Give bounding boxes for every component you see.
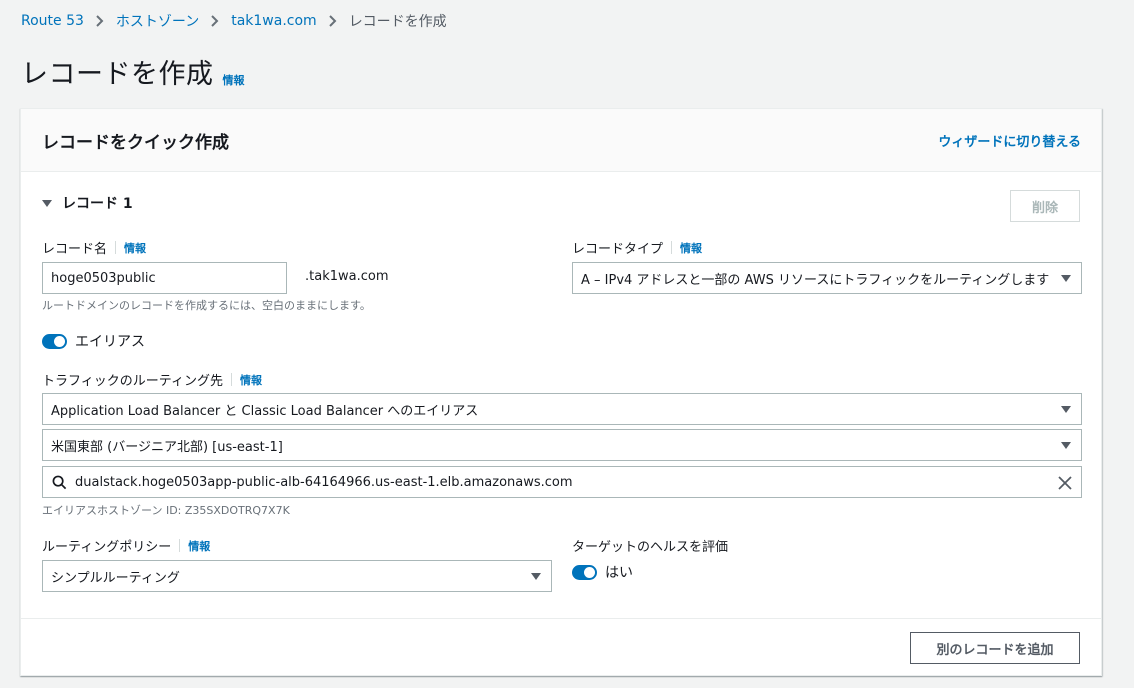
breadcrumb-hosted-zones[interactable]: ホストゾーン xyxy=(116,11,199,31)
close-icon[interactable] xyxy=(1057,475,1073,491)
record-type-value: A – IPv4 アドレスと一部の AWS リソースにトラフィックをルーティング… xyxy=(581,272,1050,288)
record-name-label-row: レコード名 情報 xyxy=(42,238,146,257)
card-title: レコードをクイック作成 xyxy=(42,132,229,153)
record-name-info-link[interactable]: 情報 xyxy=(124,240,146,256)
route-label: トラフィックのルーティング先 xyxy=(42,374,223,389)
switch-to-wizard-link[interactable]: ウィザードに切り替える xyxy=(938,131,1081,150)
record-section-toggle[interactable]: レコード 1 xyxy=(42,193,133,213)
routing-policy-value: シンプルルーティング xyxy=(51,570,180,586)
domain-suffix: .tak1wa.com xyxy=(305,269,389,284)
card-header: レコードをクイック作成 ウィザードに切り替える xyxy=(21,109,1101,172)
record-type-label: レコードタイプ xyxy=(572,242,664,257)
record-section-title: レコード 1 xyxy=(62,196,133,212)
delete-button[interactable]: 削除 xyxy=(1010,190,1080,222)
caret-down-icon xyxy=(1061,442,1071,449)
divider xyxy=(115,241,117,254)
policy-info-link[interactable]: 情報 xyxy=(188,538,210,554)
alias-toggle-row: エイリアス xyxy=(42,331,145,351)
caret-down-icon xyxy=(1061,275,1071,282)
region-value: 米国東部 (バージニア北部) [us-east-1] xyxy=(51,439,283,455)
quick-create-card: レコードをクイック作成 ウィザードに切り替える レコード 1 削除 レコード名 … xyxy=(20,108,1102,676)
health-value: はい xyxy=(605,565,633,581)
divider xyxy=(230,373,232,386)
caret-down-icon xyxy=(42,199,52,207)
divider xyxy=(671,241,673,254)
breadcrumb-zone[interactable]: tak1wa.com xyxy=(231,13,316,29)
alias-toggle[interactable] xyxy=(42,333,67,349)
policy-label-row: ルーティングポリシー 情報 xyxy=(42,536,210,555)
record-name-label: レコード名 xyxy=(42,242,108,257)
region-select[interactable]: 米国東部 (バージニア北部) [us-east-1] xyxy=(42,429,1082,461)
policy-label: ルーティングポリシー xyxy=(42,540,172,555)
chevron-right-icon xyxy=(211,15,219,27)
record-name-value: hoge0503public xyxy=(51,270,156,286)
caret-down-icon xyxy=(531,573,541,580)
load-balancer-search[interactable]: dualstack.hoge0503app-public-alb-6416496… xyxy=(42,466,1082,498)
load-balancer-value: dualstack.hoge0503app-public-alb-6416496… xyxy=(75,474,573,490)
record-type-select[interactable]: A – IPv4 アドレスと一部の AWS リソースにトラフィックをルーティング… xyxy=(572,262,1082,294)
health-toggle-row: はい xyxy=(572,562,633,582)
route-label-row: トラフィックのルーティング先 情報 xyxy=(42,370,262,389)
route-info-link[interactable]: 情報 xyxy=(240,372,262,388)
page-title: レコードを作成 xyxy=(21,59,214,90)
alias-label: エイリアス xyxy=(75,334,145,350)
search-icon xyxy=(52,475,67,490)
health-toggle[interactable] xyxy=(572,564,597,580)
routing-policy-select[interactable]: シンプルルーティング xyxy=(42,560,552,592)
footer-divider xyxy=(21,618,1101,619)
page-header: レコードを作成 情報 xyxy=(21,52,245,91)
page-info-link[interactable]: 情報 xyxy=(223,72,245,88)
record-type-label-row: レコードタイプ 情報 xyxy=(572,238,702,257)
breadcrumb-current: レコードを作成 xyxy=(348,14,447,30)
endpoint-select[interactable]: Application Load Balancer と Classic Load… xyxy=(42,393,1082,425)
chevron-right-icon xyxy=(328,15,337,27)
health-label: ターゲットのヘルスを評価 xyxy=(572,540,729,555)
divider xyxy=(179,539,181,552)
add-another-record-button[interactable]: 別のレコードを追加 xyxy=(910,632,1080,664)
record-type-info-link[interactable]: 情報 xyxy=(680,240,702,256)
hosted-zone-id-hint: エイリアスホストゾーン ID: Z35SXDOTRQ7X7K xyxy=(42,504,290,517)
breadcrumb: Route 53 ホストゾーン tak1wa.com レコードを作成 xyxy=(21,12,447,30)
record-name-hint: ルートドメインのレコードを作成するには、空白のままにします。 xyxy=(42,299,371,312)
breadcrumb-route53[interactable]: Route 53 xyxy=(21,13,84,29)
chevron-right-icon xyxy=(96,15,104,27)
record-name-input[interactable]: hoge0503public xyxy=(42,262,287,294)
caret-down-icon xyxy=(1061,406,1071,413)
endpoint-value: Application Load Balancer と Classic Load… xyxy=(51,403,479,419)
